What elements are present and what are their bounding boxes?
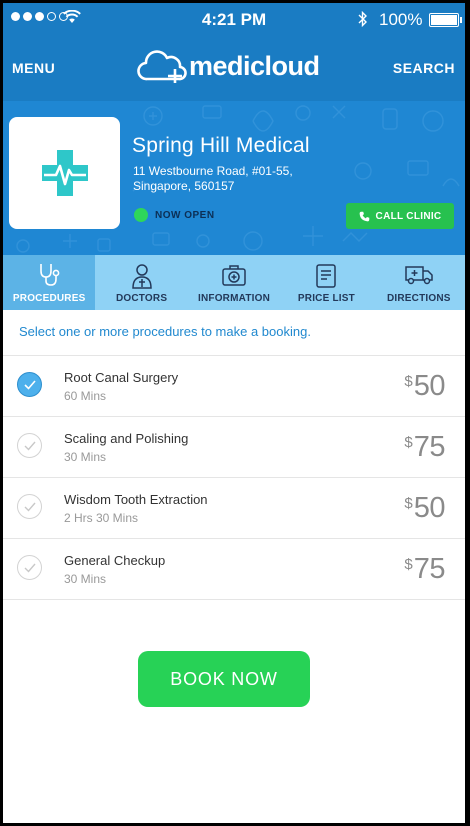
procedure-duration: 60 Mins bbox=[64, 389, 107, 403]
tab-directions[interactable]: DIRECTIONS bbox=[373, 255, 465, 310]
stethoscope-icon bbox=[40, 264, 60, 286]
tab-procedures[interactable]: PROCEDURES bbox=[3, 255, 96, 310]
procedure-row[interactable]: Root Canal Surgery 60 Mins $50 bbox=[3, 355, 465, 416]
procedure-price: $75 bbox=[404, 431, 445, 463]
app-screen: 4:21 PM 100% MENU medicloud SEARCH Sprin… bbox=[3, 3, 465, 823]
book-now-button[interactable]: BOOK NOW bbox=[138, 651, 310, 707]
procedure-duration: 30 Mins bbox=[64, 572, 107, 586]
tab-label: DOCTORS bbox=[115, 293, 168, 304]
search-button[interactable]: SEARCH bbox=[393, 60, 455, 76]
clinic-tabs: PROCEDURES DOCTORS INFORMATION PRICE LIS… bbox=[3, 255, 465, 310]
procedure-price: $75 bbox=[404, 553, 445, 585]
checkmark-icon bbox=[24, 502, 36, 512]
checkbox-unchecked[interactable] bbox=[17, 555, 42, 580]
phone-icon bbox=[359, 211, 369, 221]
checkmark-icon bbox=[24, 563, 36, 573]
clinic-address: 11 Westbourne Road, #01-55, Singapore, 5… bbox=[133, 164, 293, 193]
app-header: MENU medicloud SEARCH bbox=[3, 35, 465, 101]
cloud-plus-icon bbox=[137, 50, 187, 83]
clinic-logo bbox=[9, 117, 120, 229]
call-clinic-button[interactable]: CALL CLINIC bbox=[346, 203, 454, 229]
battery-icon bbox=[429, 13, 462, 27]
clinic-banner: Spring Hill Medical 11 Westbourne Road, … bbox=[3, 101, 465, 255]
procedure-name: Root Canal Surgery bbox=[64, 370, 179, 385]
procedure-row[interactable]: Scaling and Polishing 30 Mins $75 bbox=[3, 416, 465, 477]
procedure-name: Wisdom Tooth Extraction bbox=[64, 492, 208, 507]
bluetooth-icon bbox=[358, 11, 367, 27]
status-dot-icon bbox=[134, 208, 148, 222]
procedure-list: Root Canal Surgery 60 Mins $50 Scaling a… bbox=[3, 355, 465, 600]
checkmark-icon bbox=[23, 379, 36, 390]
checkbox-unchecked[interactable] bbox=[17, 433, 42, 458]
tab-label: INFORMATION bbox=[198, 293, 271, 304]
checkbox-unchecked[interactable] bbox=[17, 494, 42, 519]
checkbox-checked[interactable] bbox=[17, 372, 42, 397]
checkmark-icon bbox=[24, 441, 36, 451]
booking-instruction: Select one or more procedures to make a … bbox=[19, 324, 311, 339]
procedure-duration: 30 Mins bbox=[64, 450, 107, 464]
tab-information[interactable]: INFORMATION bbox=[188, 255, 280, 310]
procedure-row[interactable]: Wisdom Tooth Extraction 2 Hrs 30 Mins $5… bbox=[3, 477, 465, 538]
tab-label: PRICE LIST bbox=[297, 293, 355, 304]
tab-label: PROCEDURES bbox=[12, 293, 86, 304]
phone-frame: 4:21 PM 100% MENU medicloud SEARCH Sprin… bbox=[0, 0, 470, 826]
procedure-name: Scaling and Polishing bbox=[64, 431, 189, 446]
procedure-price: $50 bbox=[404, 370, 445, 402]
price-list-icon bbox=[316, 264, 337, 288]
ambulance-icon bbox=[405, 266, 433, 285]
procedure-price: $50 bbox=[404, 492, 445, 524]
procedure-duration: 2 Hrs 30 Mins bbox=[64, 511, 139, 525]
medical-kit-icon bbox=[222, 265, 246, 286]
brand-text: medicloud bbox=[189, 50, 320, 81]
tab-doctors[interactable]: DOCTORS bbox=[95, 255, 187, 310]
status-bar: 4:21 PM 100% bbox=[3, 3, 465, 35]
clinic-name: Spring Hill Medical bbox=[132, 134, 310, 157]
medicloud-logo: medicloud bbox=[137, 49, 320, 83]
open-status-label: NOW OPEN bbox=[155, 209, 215, 221]
doctor-icon bbox=[131, 264, 152, 289]
battery-percentage: 100% bbox=[379, 10, 423, 29]
medical-cross-heartbeat-icon bbox=[41, 150, 88, 196]
tab-label: DIRECTIONS bbox=[386, 293, 451, 304]
procedure-name: General Checkup bbox=[64, 553, 166, 568]
tab-price-list[interactable]: PRICE LIST bbox=[280, 255, 372, 310]
procedure-row[interactable]: General Checkup 30 Mins $75 bbox=[3, 538, 465, 600]
menu-button[interactable]: MENU bbox=[12, 60, 55, 76]
open-status: NOW OPEN bbox=[134, 208, 215, 222]
